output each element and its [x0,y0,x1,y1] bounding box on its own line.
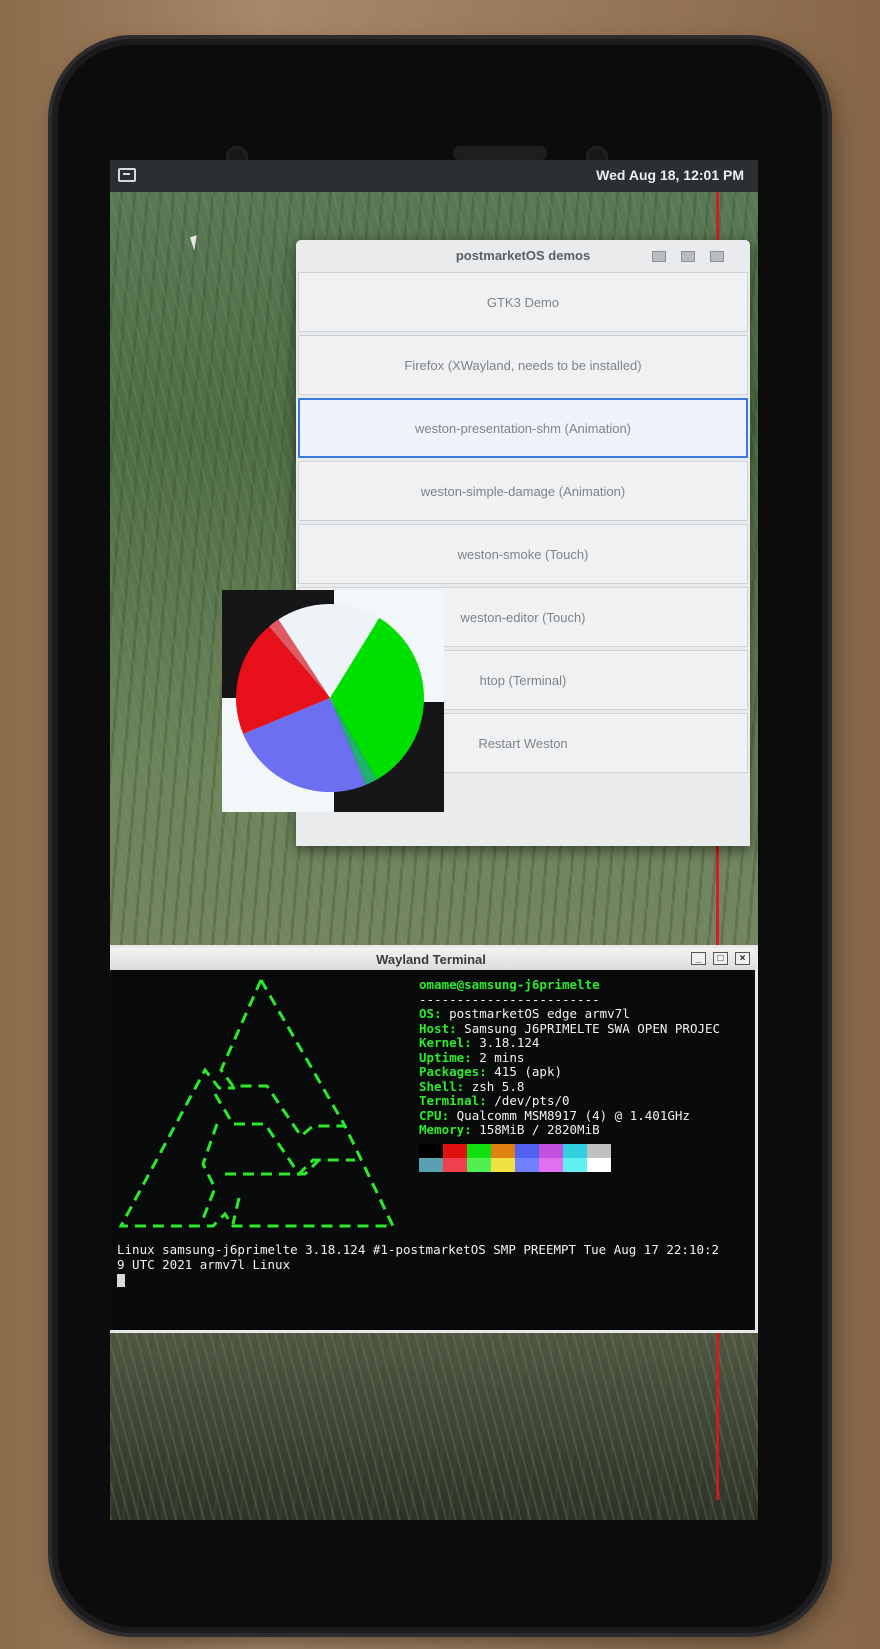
weston-presentation-shm-button[interactable]: weston-presentation-shm (Animation) [298,398,748,458]
neofetch-host: Samsung J6PRIMELTE SWA OPEN PROJEC [464,1020,721,1036]
panel-clock: Wed Aug 18, 12:01 PM [596,167,744,183]
palette-swatch-0-7 [587,1144,611,1158]
color-palette [419,1144,611,1172]
neofetch-terminal: /dev/pts/0 [494,1093,570,1108]
uname-line-2: 9 UTC 2021 armv7l Linux [117,1256,291,1272]
weston-smoke-button[interactable]: weston-smoke (Touch) [298,524,748,584]
palette-swatch-0-4 [515,1144,539,1158]
close-button[interactable] [710,251,724,262]
firefox-button[interactable]: Firefox (XWayland, needs to be installed… [298,335,748,395]
neofetch-uptime: 2 mins [479,1049,525,1065]
palette-swatch-1-2 [467,1158,491,1172]
uname-line-1: Linux samsung-j6primelte 3.18.124 #1-pos… [117,1242,720,1257]
neofetch-separator: ------------------------ [419,991,600,1007]
terminal-titlebar: Wayland Terminal _ □ × [110,948,755,970]
palette-swatch-1-7 [587,1158,611,1172]
neofetch-info: omame@samsung-j6primelte ---------------… [419,977,721,1137]
palette-swatch-1-5 [539,1158,563,1172]
neofetch-user: omame@samsung-j6primelte [419,977,600,992]
terminal-close-button[interactable]: × [735,952,750,965]
neofetch-memory: 158MiB / 2820MiB [479,1122,600,1137]
gtk3-demo-button[interactable]: GTK3 Demo [298,272,748,332]
neofetch-kernel: 3.18.124 [479,1035,540,1050]
uname-output: Linux samsung-j6primelte 3.18.124 #1-pos… [117,1242,757,1272]
neofetch-shell: zsh 5.8 [471,1078,525,1094]
terminal-maximize-button[interactable]: □ [713,952,728,965]
minimize-button[interactable] [652,251,666,262]
palette-swatch-1-4 [515,1158,539,1172]
neofetch-packages: 415 (apk) [494,1064,562,1079]
wayland-terminal-window[interactable]: Wayland Terminal _ □ × omame@samsung-j6p… [110,945,758,1333]
neofetch-os: postmarketOS edge armv7l [449,1006,630,1021]
presentation-pie-window[interactable] [222,590,444,812]
palette-swatch-0-0 [419,1144,443,1158]
palette-swatch-0-3 [491,1144,515,1158]
palette-swatch-1-3 [491,1158,515,1172]
palette-swatch-1-0 [419,1158,443,1172]
phone-screen: Wed Aug 18, 12:01 PM postmarketOS demos … [110,160,758,1520]
maximize-button[interactable] [681,251,695,262]
neofetch-cpu: Qualcomm MSM8917 (4) @ 1.401GHz [456,1107,690,1123]
weston-panel: Wed Aug 18, 12:01 PM [110,160,758,192]
palette-swatch-1-1 [443,1158,467,1172]
weston-simple-damage-button[interactable]: weston-simple-damage (Animation) [298,461,748,521]
postmarketos-ascii-logo [118,979,396,1228]
terminal-title: Wayland Terminal [376,951,486,967]
terminal-icon[interactable] [118,168,136,182]
palette-swatch-1-6 [563,1158,587,1172]
palette-swatch-0-2 [467,1144,491,1158]
palette-swatch-0-1 [443,1144,467,1158]
terminal-cursor [117,1274,125,1287]
palette-swatch-0-5 [539,1144,563,1158]
pie-chart [236,604,424,792]
palette-swatch-0-6 [563,1144,587,1158]
terminal-minimize-button[interactable]: _ [691,952,706,965]
earpiece-speaker [453,146,547,160]
